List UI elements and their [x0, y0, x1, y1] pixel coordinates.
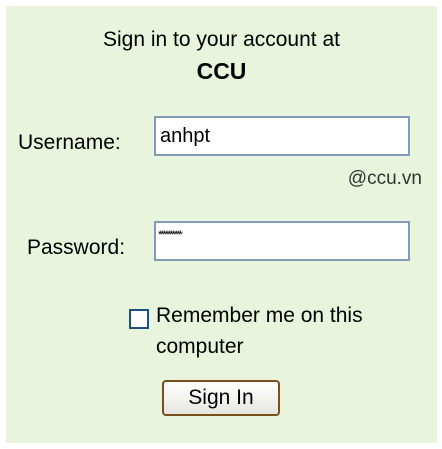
username-input[interactable]: [154, 116, 410, 156]
sign-in-heading: Sign in to your account at: [103, 28, 340, 51]
remember-me-checkbox[interactable]: [129, 309, 149, 329]
password-input[interactable]: [154, 221, 410, 261]
password-label: Password:: [27, 236, 126, 259]
sign-in-button[interactable]: Sign In: [162, 380, 280, 416]
organization-name: CCU: [196, 58, 247, 84]
remember-me-label[interactable]: Remember me on this computer: [156, 300, 416, 362]
username-label: Username:: [18, 131, 121, 154]
domain-suffix: @ccu.vn: [347, 168, 422, 189]
